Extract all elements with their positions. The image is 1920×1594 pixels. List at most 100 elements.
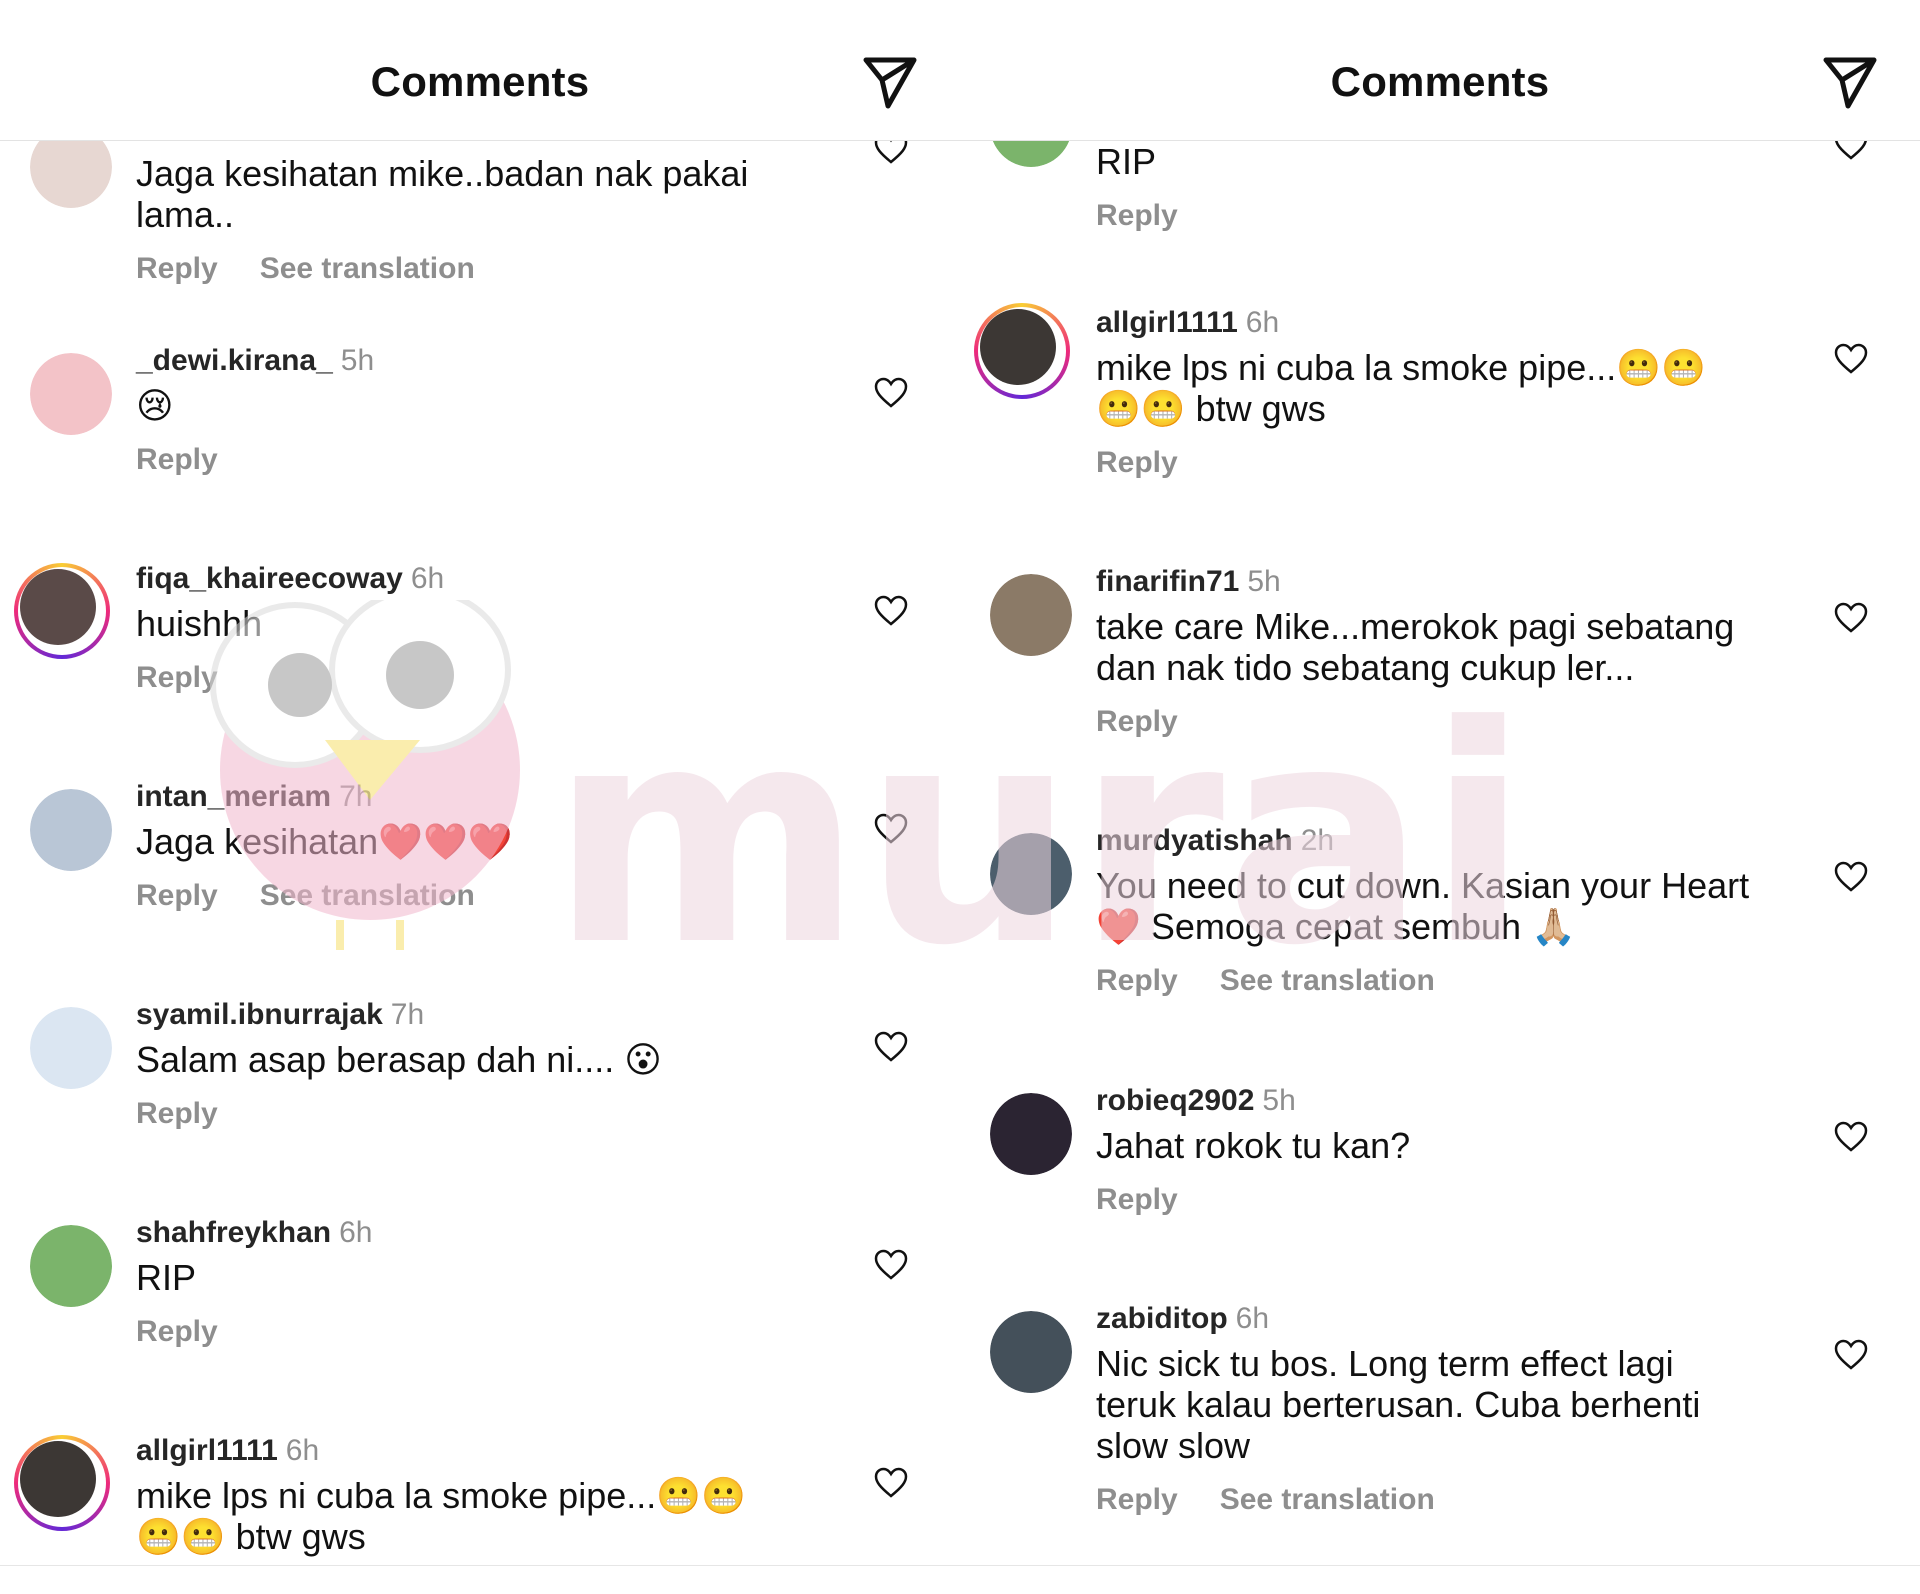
avatar-story-ring[interactable] — [14, 563, 110, 659]
like-heart-icon[interactable] — [874, 1031, 908, 1063]
reply-button[interactable]: Reply — [136, 252, 218, 285]
reply-button[interactable]: Reply — [136, 661, 218, 694]
like-heart-icon[interactable] — [1834, 861, 1868, 893]
comment-username[interactable]: robieq2902 — [1096, 1084, 1254, 1117]
comment-username[interactable]: fiqa_khaireecoway — [136, 562, 403, 595]
comments-header: Comments — [0, 0, 960, 141]
send-icon[interactable] — [860, 52, 920, 112]
avatar-story-ring[interactable] — [974, 303, 1070, 399]
avatar-story-ring[interactable] — [14, 1435, 110, 1531]
comments-list[interactable]: Jaga kesihatan mike..badan nak pakai lam… — [0, 141, 960, 1566]
avatar-image — [990, 141, 1072, 167]
comment-username[interactable]: intan_meriam — [136, 780, 331, 813]
see-translation-button[interactable]: See translation — [1220, 1483, 1435, 1516]
like-heart-icon[interactable] — [874, 1249, 908, 1281]
like-heart-icon[interactable] — [1834, 1339, 1868, 1371]
page-title: Comments — [370, 58, 590, 105]
comments-panel-left: Comments Jaga kesihatan mike..badan nak … — [0, 0, 960, 1594]
like-heart-icon[interactable] — [1834, 602, 1868, 634]
comment-time: 5h — [1247, 565, 1281, 598]
avatar-image — [30, 1007, 112, 1089]
comment-time: 6h — [285, 1434, 320, 1467]
comment-text: take care Mike...merokok pagi sebatang d… — [1096, 606, 1735, 688]
avatar-image — [30, 353, 112, 435]
avatar-image — [980, 309, 1056, 385]
comment-text: mike lps ni cuba la smoke pipe...😬😬 😬😬 b… — [136, 1475, 746, 1557]
reply-button[interactable]: Reply — [1096, 964, 1178, 997]
page-title: Comments — [1330, 58, 1550, 105]
comment-text: You need to cut down. Kasian your Heart … — [1096, 865, 1750, 947]
see-translation-button[interactable]: See translation — [1220, 964, 1435, 997]
avatar[interactable] — [990, 1093, 1072, 1175]
comment-time: 7h — [390, 998, 425, 1031]
comment-username[interactable]: murdyatishah — [1096, 824, 1293, 857]
like-heart-icon[interactable] — [874, 595, 908, 627]
bottom-bar — [960, 1565, 1920, 1594]
avatar-image — [20, 1441, 96, 1517]
see-translation-button[interactable]: See translation — [260, 879, 475, 912]
like-heart-icon[interactable] — [874, 1467, 908, 1499]
avatar[interactable] — [30, 353, 112, 435]
avatar[interactable] — [990, 574, 1072, 656]
comment-username[interactable]: allgirl1111 — [1096, 306, 1238, 339]
comments-panel-right: Comments RIP Reply allgirl1111 6h mike lp… — [960, 0, 1920, 1594]
avatar[interactable] — [990, 141, 1072, 167]
comment-text: huishhh — [136, 603, 263, 644]
comment-username[interactable]: zabiditop — [1096, 1302, 1228, 1335]
avatar[interactable] — [30, 1007, 112, 1089]
send-icon[interactable] — [1820, 52, 1880, 112]
comment-time: 5h — [340, 344, 375, 377]
reply-button[interactable]: Reply — [136, 443, 218, 476]
comment-username[interactable]: _dewi.kirana_ — [136, 344, 333, 377]
avatar-image — [20, 569, 96, 645]
avatar[interactable] — [30, 141, 112, 208]
comment-time: 6h — [339, 1216, 373, 1249]
reply-button[interactable]: Reply — [1096, 199, 1178, 232]
reply-button[interactable]: Reply — [1096, 1183, 1178, 1216]
comment-text: Salam asap berasap dah ni.... 😮 — [136, 1039, 662, 1080]
see-translation-button[interactable]: See translation — [260, 252, 475, 285]
avatar-image — [990, 833, 1072, 915]
reply-button[interactable]: Reply — [136, 1097, 218, 1130]
bottom-bar — [0, 1565, 960, 1594]
comment-text: 😢 — [136, 385, 174, 426]
comment-text: Nic sick tu bos. Long term effect lagi t… — [1096, 1343, 1701, 1466]
comment-text: RIP — [136, 1257, 197, 1298]
like-heart-icon[interactable] — [874, 377, 908, 409]
comment-username[interactable]: allgirl1111 — [136, 1434, 278, 1467]
comment-time: 6h — [1235, 1302, 1270, 1335]
avatar-image — [990, 574, 1072, 656]
like-heart-icon[interactable] — [1834, 1121, 1868, 1153]
comment-username[interactable]: finarifin71 — [1096, 565, 1239, 598]
like-heart-icon[interactable] — [1834, 141, 1868, 161]
comments-list[interactable]: RIP Reply allgirl1111 6h mike lps ni cuba… — [960, 141, 1920, 1566]
comment-time: 5h — [1262, 1084, 1296, 1117]
comment-time: 6h — [1245, 306, 1280, 339]
comment-time: 6h — [410, 562, 445, 595]
comment-text: Jaga kesihatan mike..badan nak pakai lam… — [136, 153, 749, 235]
comment-time: 7h — [339, 780, 373, 813]
comment-text: RIP — [1096, 141, 1157, 182]
comment-text: Jaga kesihatan❤️❤️❤️ — [136, 821, 513, 862]
reply-button[interactable]: Reply — [1096, 446, 1178, 479]
reply-button[interactable]: Reply — [1096, 705, 1178, 738]
comment-username[interactable]: syamil.ibnurrajak — [136, 998, 383, 1031]
like-heart-icon[interactable] — [874, 141, 908, 165]
comment-text: Jahat rokok tu kan? — [1096, 1125, 1411, 1166]
avatar[interactable] — [30, 789, 112, 871]
avatar[interactable] — [990, 833, 1072, 915]
avatar-image — [30, 141, 112, 208]
avatar-image — [990, 1093, 1072, 1175]
avatar[interactable] — [990, 1311, 1072, 1393]
reply-button[interactable]: Reply — [136, 1315, 218, 1348]
comment-text: mike lps ni cuba la smoke pipe...😬😬 😬😬 b… — [1096, 347, 1706, 429]
like-heart-icon[interactable] — [874, 813, 908, 845]
reply-button[interactable]: Reply — [136, 879, 218, 912]
reply-button[interactable]: Reply — [1096, 1483, 1178, 1516]
avatar-image — [30, 1225, 112, 1307]
like-heart-icon[interactable] — [1834, 343, 1868, 375]
comment-username[interactable]: shahfreykhan — [136, 1216, 331, 1249]
comment-time: 2h — [1300, 824, 1335, 857]
avatar[interactable] — [30, 1225, 112, 1307]
avatar-image — [30, 789, 112, 871]
